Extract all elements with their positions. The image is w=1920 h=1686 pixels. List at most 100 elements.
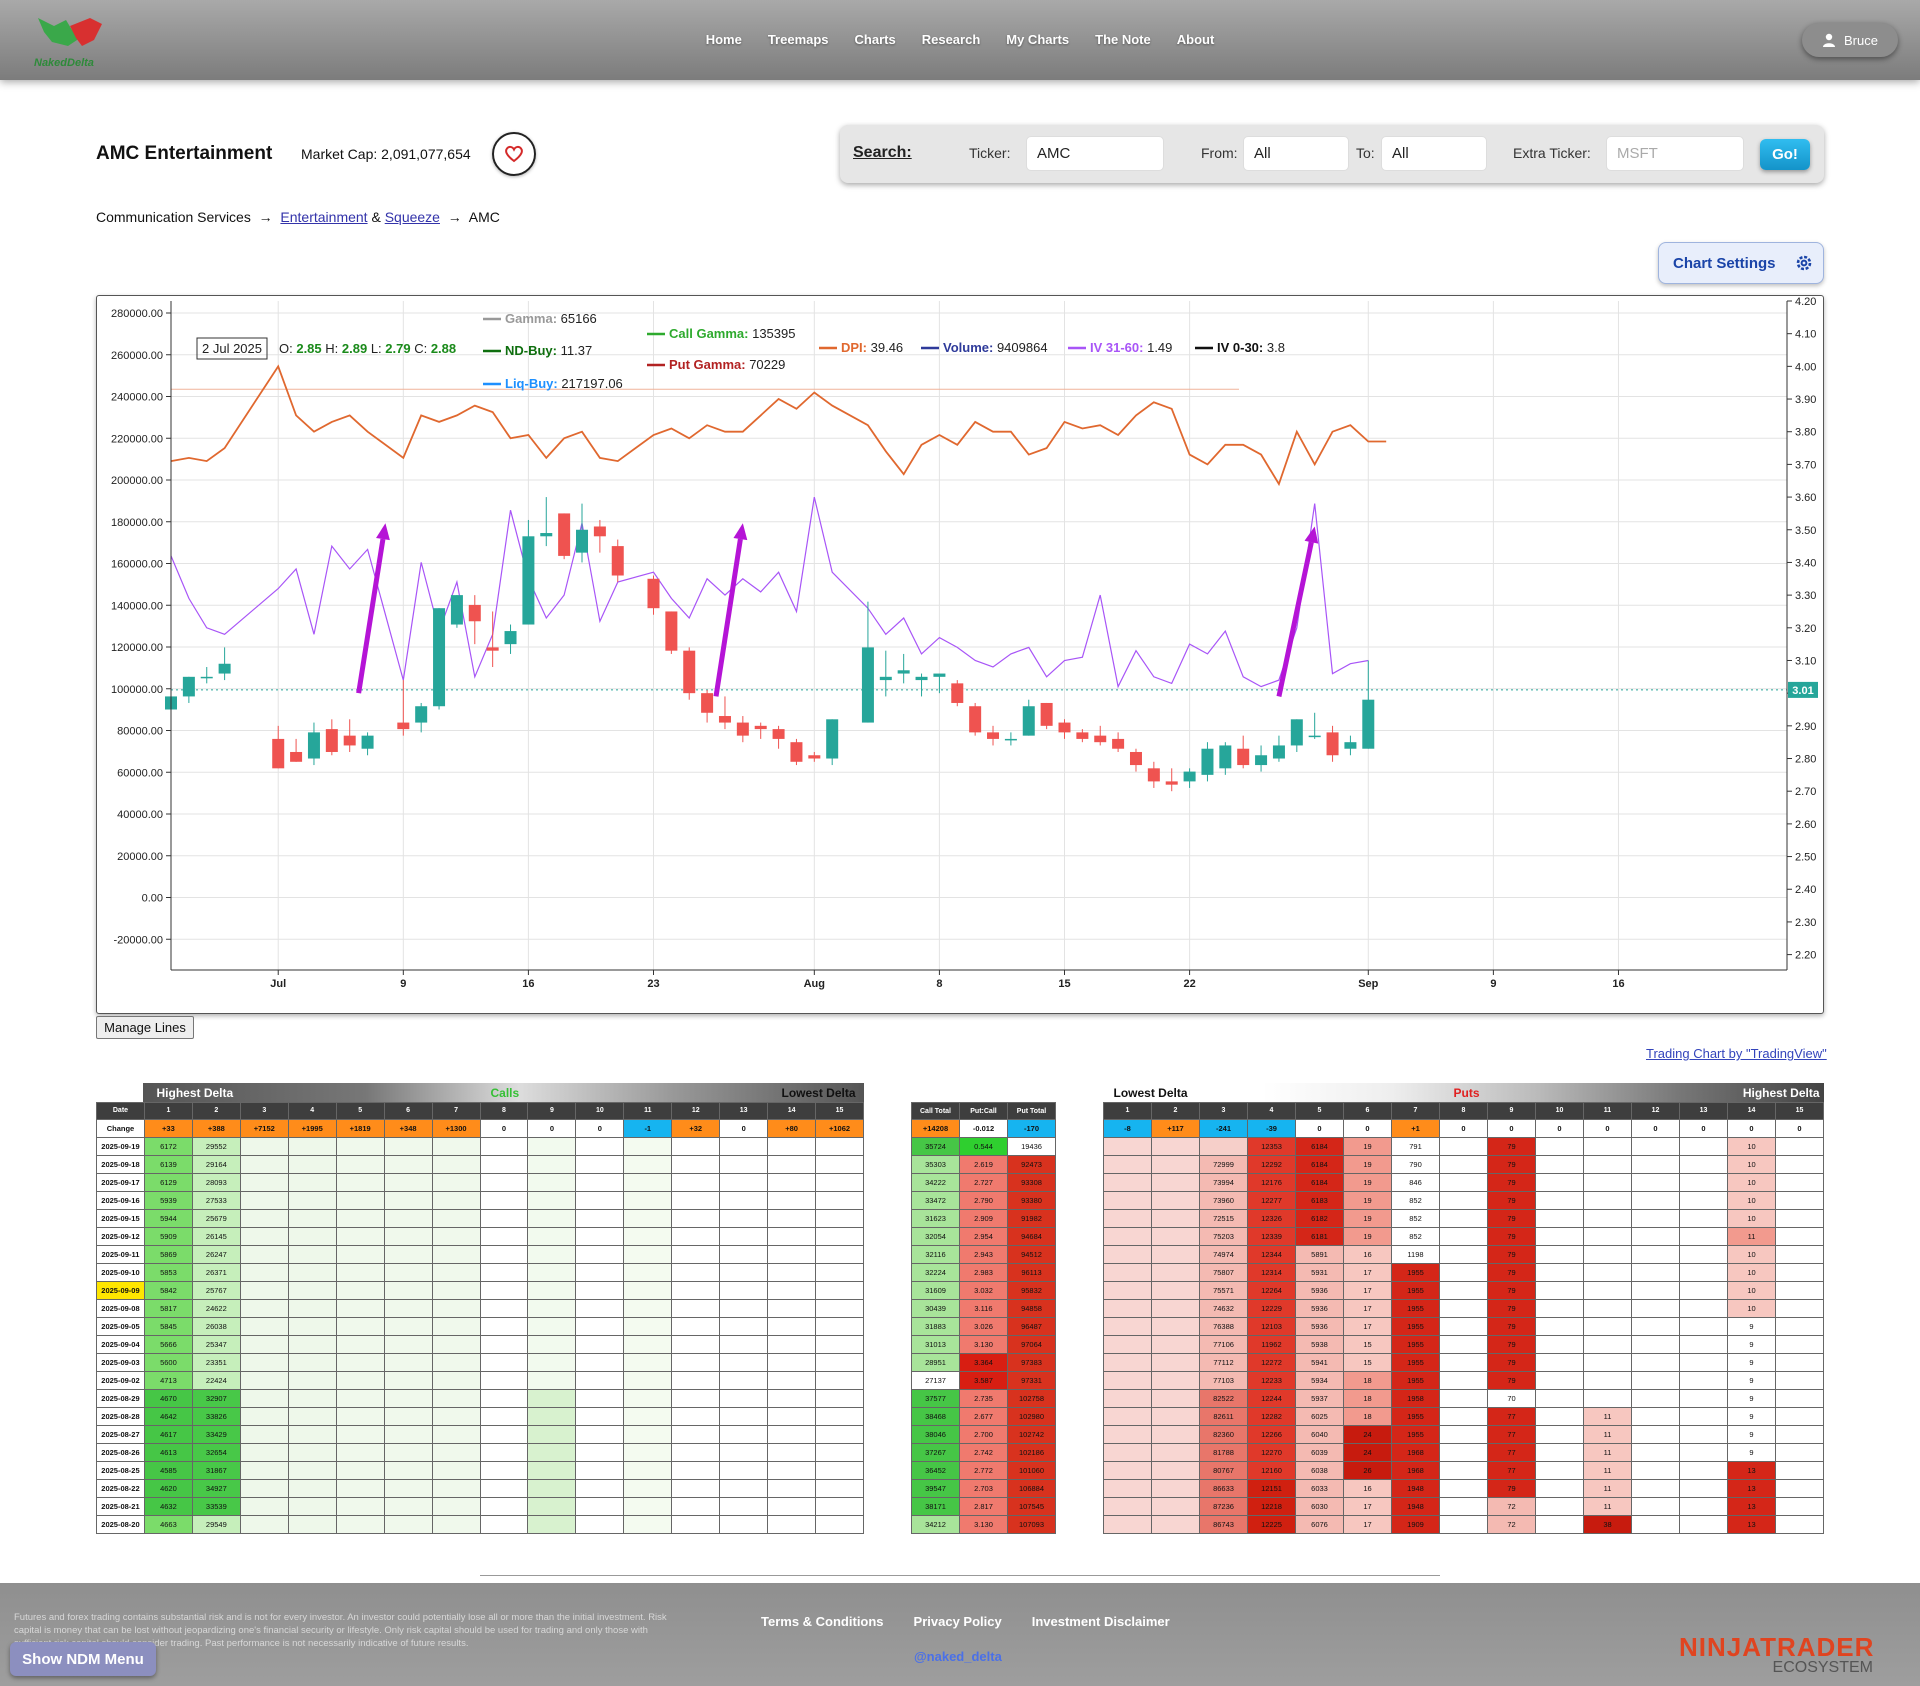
call-total-cell: 32054 bbox=[911, 1227, 960, 1246]
empty-cell bbox=[1679, 1244, 1728, 1264]
value-cell: 1968 bbox=[1391, 1460, 1440, 1480]
empty-cell bbox=[431, 1334, 481, 1354]
tradingview-link[interactable]: Trading Chart by "TradingView" bbox=[1646, 1046, 1827, 1061]
empty-cell bbox=[479, 1154, 529, 1174]
column-header: 12 bbox=[1631, 1101, 1680, 1120]
put-call-cell: 2.790 bbox=[959, 1191, 1008, 1210]
date-cell: 2025-08-21 bbox=[96, 1496, 145, 1516]
go-button[interactable]: Go! bbox=[1760, 139, 1810, 170]
empty-cell bbox=[575, 1514, 625, 1534]
call-total-cell: 32224 bbox=[911, 1263, 960, 1282]
value-cell: 9 bbox=[1727, 1316, 1776, 1336]
summary-data-row: 31883 3.026 96487 bbox=[911, 1317, 1056, 1336]
empty-cell bbox=[383, 1424, 433, 1444]
from-date-input[interactable]: All bbox=[1243, 136, 1349, 171]
value-cell: 79 bbox=[1487, 1154, 1536, 1174]
nav-about[interactable]: About bbox=[1177, 32, 1215, 47]
change-cell: 0 bbox=[1679, 1118, 1728, 1138]
annotation-arrow bbox=[1276, 541, 1314, 697]
empty-cell bbox=[287, 1388, 337, 1408]
empty-cell bbox=[479, 1172, 529, 1192]
value-cell: 77 bbox=[1487, 1442, 1536, 1462]
empty-cell bbox=[479, 1262, 529, 1282]
value-cell: 9 bbox=[1727, 1442, 1776, 1462]
empty-cell bbox=[431, 1388, 481, 1408]
value-cell: 6129 bbox=[143, 1172, 193, 1192]
left-axis-tick: 20000.00 bbox=[117, 851, 163, 863]
empty-cell bbox=[1151, 1406, 1200, 1426]
change-cell: 0 bbox=[479, 1118, 529, 1138]
empty-cell bbox=[719, 1514, 769, 1534]
calls-title-row: Highest Delta Calls Lowest Delta bbox=[96, 1083, 864, 1102]
empty-cell bbox=[479, 1298, 529, 1318]
value-cell: 82360 bbox=[1199, 1424, 1248, 1444]
breadcrumb-industry-link[interactable]: Entertainment bbox=[280, 209, 367, 225]
user-menu-button[interactable]: Bruce bbox=[1802, 23, 1898, 57]
puts-data-row: 73960 12277 6183 19 852 79 10 bbox=[1103, 1190, 1824, 1210]
to-date-input[interactable]: All bbox=[1381, 136, 1487, 171]
puts-header-bar: Lowest Delta Puts Highest Delta bbox=[1103, 1083, 1824, 1102]
chart-settings-button[interactable]: Chart Settings bbox=[1658, 242, 1824, 284]
value-cell: 4613 bbox=[143, 1442, 193, 1462]
value-cell: 1955 bbox=[1391, 1406, 1440, 1426]
terms-link[interactable]: Terms & Conditions bbox=[761, 1614, 884, 1629]
empty-cell bbox=[1103, 1442, 1152, 1462]
empty-cell bbox=[623, 1406, 673, 1426]
left-axis-tick: 160000.00 bbox=[111, 559, 163, 571]
nav-my-charts[interactable]: My Charts bbox=[1006, 32, 1069, 47]
empty-cell bbox=[623, 1280, 673, 1300]
to-label: To: bbox=[1356, 145, 1375, 161]
call-total-cell: 32116 bbox=[911, 1245, 960, 1264]
puts-data-row: 86743 12225 6076 17 1909 72 38 13 bbox=[1103, 1514, 1824, 1534]
chart-canvas[interactable]: 280000.00 260000.00 240000.00 220000.00 2000… bbox=[97, 296, 1823, 1013]
value-cell: 70 bbox=[1487, 1388, 1536, 1408]
breadcrumb-group-link[interactable]: Squeeze bbox=[385, 209, 440, 225]
empty-cell bbox=[719, 1460, 769, 1480]
x-axis-tick: Aug bbox=[804, 978, 825, 990]
nav-the-note[interactable]: The Note bbox=[1095, 32, 1151, 47]
left-axis-tick: 240000.00 bbox=[111, 392, 163, 404]
empty-cell bbox=[671, 1154, 721, 1174]
value-cell: 791 bbox=[1391, 1136, 1440, 1156]
calls-data-row: 2025-09-03 5600 23351 bbox=[96, 1352, 864, 1372]
value-cell: 1948 bbox=[1391, 1496, 1440, 1516]
value-cell: 12233 bbox=[1247, 1370, 1296, 1390]
empty-cell bbox=[431, 1478, 481, 1498]
ticker-input[interactable]: AMC bbox=[1026, 136, 1164, 171]
value-cell: 5939 bbox=[143, 1190, 193, 1210]
extra-ticker-input[interactable]: MSFT bbox=[1606, 136, 1744, 171]
ninjatrader-logo[interactable]: NINJATRADER ECOSYSTEM bbox=[1679, 1632, 1889, 1677]
empty-cell bbox=[527, 1136, 577, 1156]
empty-cell bbox=[1103, 1316, 1152, 1336]
summary-table: Call Total Put:Call Put Total +14208 -0.012-… bbox=[911, 1102, 1056, 1534]
empty-cell bbox=[1775, 1352, 1824, 1372]
empty-cell bbox=[1775, 1208, 1824, 1228]
nav-charts[interactable]: Charts bbox=[855, 32, 896, 47]
show-ndm-menu-button[interactable]: Show NDM Menu bbox=[10, 1642, 156, 1676]
empty-cell bbox=[431, 1460, 481, 1480]
empty-cell bbox=[287, 1298, 337, 1318]
main-nav: Home Treemaps Charts Research My Charts … bbox=[0, 0, 1920, 78]
nav-treemaps[interactable]: Treemaps bbox=[768, 32, 829, 47]
investment-disclaimer-link[interactable]: Investment Disclaimer bbox=[1032, 1614, 1170, 1629]
empty-cell bbox=[1103, 1424, 1152, 1444]
nav-home[interactable]: Home bbox=[706, 32, 742, 47]
empty-cell bbox=[287, 1478, 337, 1498]
empty-cell bbox=[1775, 1298, 1824, 1318]
calls-data-row: 2025-09-02 4713 22424 bbox=[96, 1370, 864, 1390]
manage-lines-button[interactable]: Manage Lines bbox=[96, 1016, 194, 1039]
value-cell: 26247 bbox=[191, 1244, 241, 1264]
empty-cell bbox=[1631, 1370, 1680, 1390]
empty-cell bbox=[575, 1226, 625, 1246]
empty-cell bbox=[815, 1388, 864, 1408]
twitter-link[interactable]: @naked_delta bbox=[914, 1649, 1002, 1664]
privacy-link[interactable]: Privacy Policy bbox=[914, 1614, 1002, 1629]
nav-research[interactable]: Research bbox=[922, 32, 981, 47]
trading-chart[interactable]: 280000.00 260000.00 240000.00 220000.00 2000… bbox=[96, 295, 1824, 1014]
empty-cell bbox=[671, 1226, 721, 1246]
candle-body bbox=[1147, 768, 1160, 782]
value-cell: 6183 bbox=[1295, 1190, 1344, 1210]
calls-data-row: 2025-09-10 5853 26371 bbox=[96, 1262, 864, 1282]
empty-cell bbox=[335, 1298, 385, 1318]
favorite-button[interactable] bbox=[492, 132, 536, 176]
